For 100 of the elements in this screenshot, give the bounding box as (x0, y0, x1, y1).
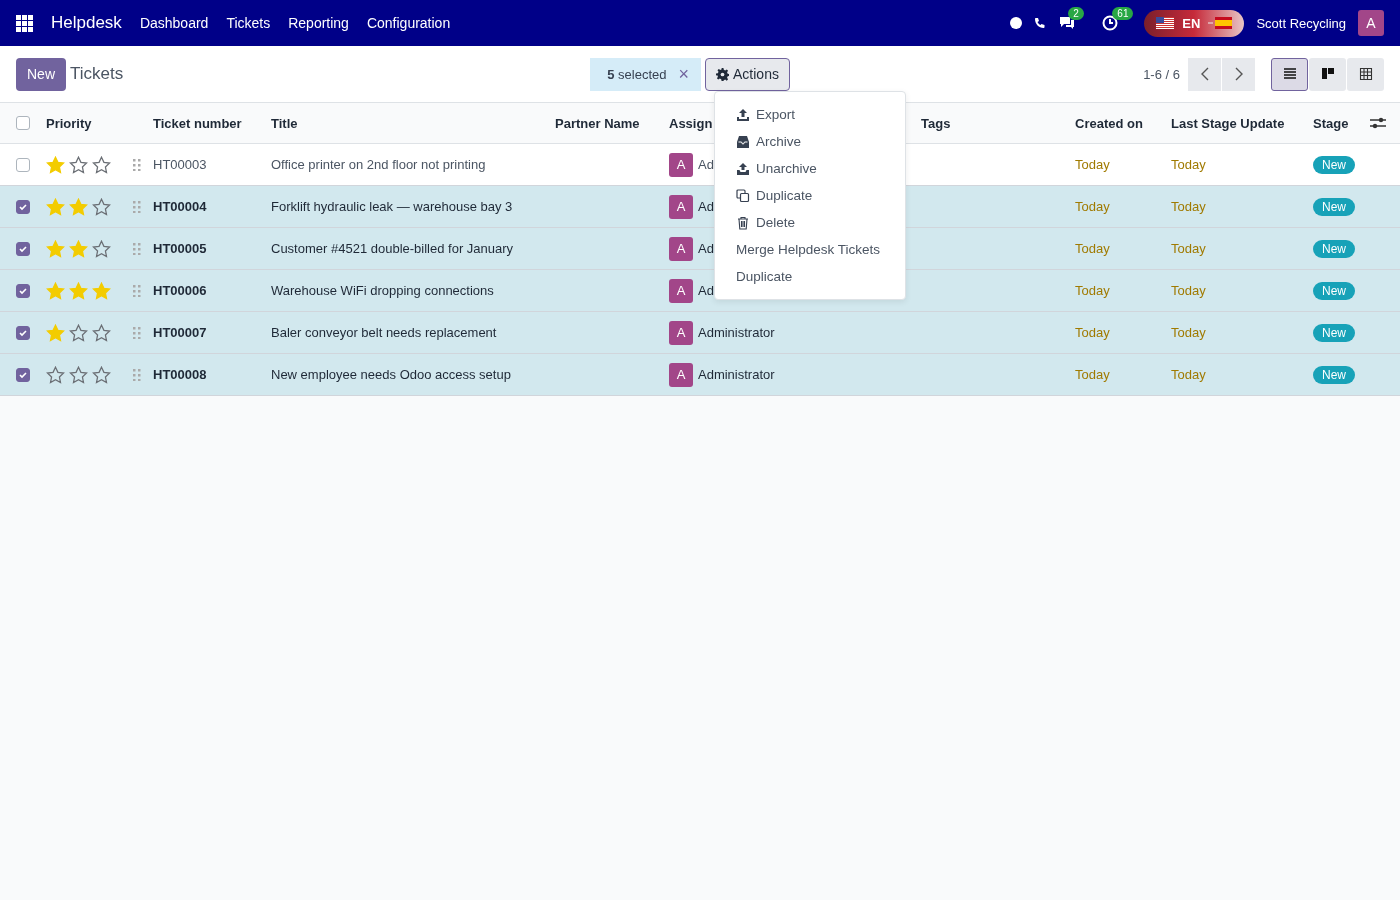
nav-menu-item[interactable]: Dashboard (139, 15, 209, 31)
stage-badge: New (1313, 239, 1355, 258)
status-dot-icon (1010, 17, 1023, 29)
filled-star-icon[interactable] (46, 155, 65, 174)
spain-flag-icon (1208, 17, 1233, 29)
actions-button[interactable]: Actions (705, 57, 790, 91)
empty-star-icon[interactable] (92, 239, 111, 258)
ticket-number: HT00005 (153, 241, 208, 256)
apps-menu-icon[interactable] (16, 14, 33, 32)
created-date: Today (1075, 283, 1111, 298)
empty-star-icon[interactable] (46, 365, 65, 384)
column-header[interactable]: Stage (1313, 115, 1370, 131)
filled-star-icon[interactable] (46, 323, 65, 342)
filled-star-icon[interactable] (46, 197, 65, 216)
empty-star-icon[interactable] (92, 197, 111, 216)
menu-item[interactable]: Archive (715, 128, 905, 155)
new-button[interactable]: New (16, 57, 66, 91)
check-icon (18, 327, 28, 338)
previous-page-button[interactable] (1188, 57, 1221, 91)
nav-menu-item[interactable]: Tickets (226, 15, 271, 31)
view-switch-button[interactable] (1271, 57, 1308, 91)
company-name[interactable]: Scott Recycling (1256, 15, 1346, 31)
created-date: Today (1075, 367, 1111, 382)
row-checkbox[interactable] (16, 241, 30, 256)
column-header[interactable]: Created on (1075, 115, 1171, 131)
row-checkbox[interactable] (16, 199, 30, 214)
app-name[interactable]: Helpdesk (51, 13, 122, 33)
kanban-view-icon (1320, 67, 1335, 81)
filled-star-icon[interactable] (92, 281, 111, 300)
drag-handle-icon[interactable] (133, 368, 141, 381)
stage-badge: New (1313, 365, 1355, 384)
user-avatar[interactable]: A (1358, 10, 1384, 36)
column-header[interactable]: Title (271, 115, 555, 131)
empty-star-icon[interactable] (69, 155, 88, 174)
assignee-avatar: A (669, 194, 693, 219)
stage-update-date: Today (1171, 199, 1207, 214)
empty-star-icon[interactable] (92, 323, 111, 342)
created-date: Today (1075, 241, 1111, 256)
check-icon (18, 243, 28, 254)
row-checkbox[interactable] (16, 157, 30, 172)
grid-view-icon (1358, 67, 1373, 81)
stage-badge: New (1313, 197, 1355, 216)
stage-badge: New (1313, 323, 1355, 342)
breadcrumb: Tickets (70, 64, 124, 84)
filled-star-icon[interactable] (69, 197, 88, 216)
menu-item[interactable]: Duplicate (715, 182, 905, 209)
nav-menu-item[interactable]: Reporting (288, 15, 349, 31)
column-header[interactable]: Ticket number (153, 115, 271, 131)
empty-star-icon[interactable] (69, 365, 88, 384)
us-flag-icon (1156, 17, 1175, 29)
drag-handle-icon[interactable] (133, 242, 141, 255)
filled-star-icon[interactable] (46, 281, 65, 300)
ticket-number: HT00008 (153, 367, 208, 382)
row-checkbox[interactable] (16, 367, 30, 382)
inbox-icon (736, 134, 750, 149)
nav-menu-item[interactable]: Configuration (366, 15, 451, 31)
check-icon (18, 285, 28, 296)
drag-handle-icon[interactable] (133, 158, 141, 171)
stage-update-date: Today (1171, 325, 1207, 340)
next-page-button[interactable] (1222, 57, 1255, 91)
assignee-avatar: A (669, 152, 693, 177)
drag-handle-icon[interactable] (133, 326, 141, 339)
ticket-title: Warehouse WiFi dropping connections (271, 283, 495, 298)
empty-star-icon[interactable] (92, 155, 111, 174)
menu-item[interactable]: Unarchive (715, 155, 905, 182)
stage-badge: New (1313, 155, 1355, 174)
created-date: Today (1075, 199, 1111, 214)
pager-value[interactable]: 1-6 / 6 (1143, 66, 1180, 82)
row-checkbox[interactable] (16, 283, 30, 298)
drag-handle-icon[interactable] (133, 200, 141, 213)
chat-icon[interactable] (1058, 15, 1077, 31)
assignee-name: Administrator (698, 325, 775, 340)
ticket-number: HT00004 (153, 199, 208, 214)
menu-item[interactable]: Export (715, 101, 905, 128)
row-checkbox[interactable] (16, 325, 30, 340)
clear-selection-button[interactable]: × (678, 63, 690, 85)
column-settings-icon[interactable] (1370, 116, 1386, 130)
assignee-name: Ad (698, 283, 714, 298)
language-switcher[interactable]: EN (1144, 9, 1245, 37)
view-switch-button[interactable] (1309, 57, 1346, 91)
drag-handle-icon[interactable] (133, 284, 141, 297)
menu-item[interactable]: Delete (715, 209, 905, 236)
select-all-checkbox[interactable] (16, 116, 30, 130)
column-header[interactable]: Partner Name (555, 115, 669, 131)
column-header[interactable]: Priority (46, 115, 133, 131)
empty-star-icon[interactable] (92, 365, 111, 384)
ticket-number: HT00007 (153, 325, 208, 340)
phone-icon[interactable] (1034, 17, 1047, 29)
empty-star-icon[interactable] (69, 323, 88, 342)
stage-update-date: Today (1171, 283, 1207, 298)
clock-icon[interactable] (1102, 15, 1119, 31)
menu-item[interactable]: Merge Helpdesk Tickets (715, 236, 905, 263)
filled-star-icon[interactable] (69, 281, 88, 300)
filled-star-icon[interactable] (46, 239, 65, 258)
column-header[interactable]: Tags (921, 115, 1075, 131)
view-switch-button[interactable] (1347, 57, 1384, 91)
column-header[interactable]: Last Stage Update (1171, 115, 1313, 131)
menu-item[interactable]: Duplicate (715, 263, 905, 290)
copy-icon (736, 188, 750, 203)
filled-star-icon[interactable] (69, 239, 88, 258)
